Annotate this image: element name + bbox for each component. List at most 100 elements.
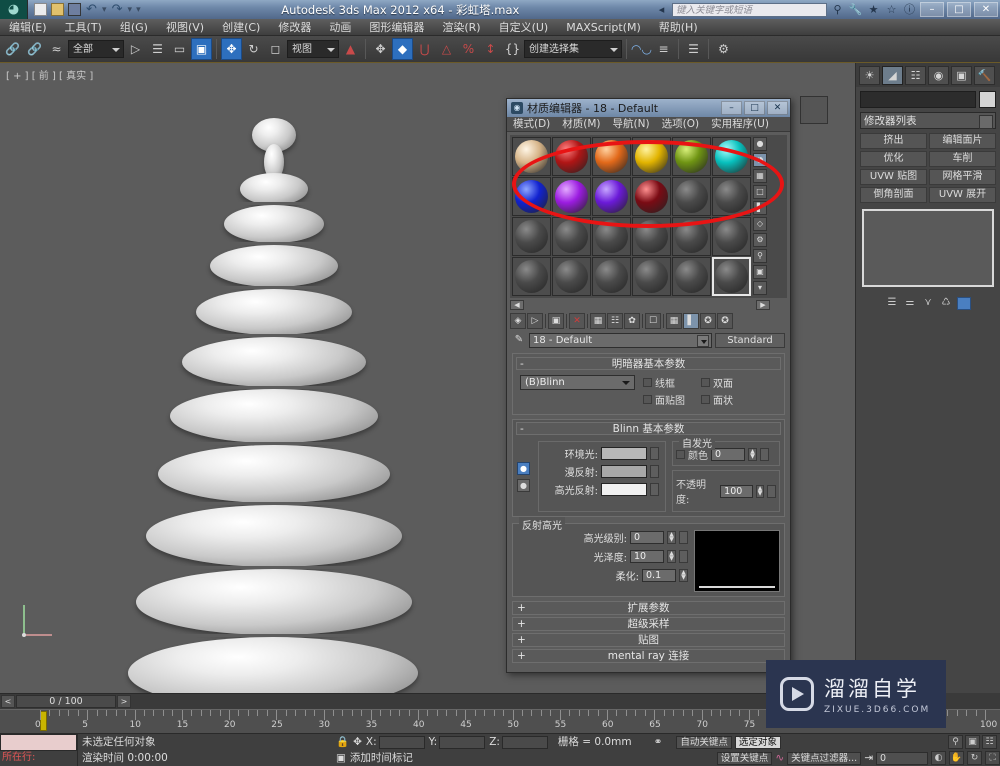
lock-selection-icon[interactable]: 🔒 (336, 734, 349, 750)
make-unique-icon[interactable]: ⋎ (921, 297, 935, 310)
next-frame-button[interactable]: > (117, 695, 131, 708)
add-time-tag-icon[interactable]: ▣ (336, 750, 346, 766)
opacity-spinner[interactable]: ▲ ▼ (755, 484, 765, 498)
material-slot-14[interactable] (552, 217, 591, 256)
selection-level-dropdown[interactable]: 选定对象 (734, 735, 781, 749)
selection-filter-dropdown[interactable]: 全部 (68, 40, 124, 58)
pan-icon[interactable]: ✋ (949, 751, 964, 765)
material-slot-18[interactable] (712, 217, 751, 256)
unlink-icon[interactable]: 🔗 (24, 38, 45, 60)
viewport-float-widget[interactable] (800, 96, 828, 124)
maximize-viewport-icon[interactable]: ⛶ (985, 751, 1000, 765)
save-icon[interactable] (68, 3, 81, 16)
select-link-icon[interactable]: 🔗 (2, 38, 23, 60)
rollout-expand-icon[interactable]: + (517, 634, 526, 647)
me-menu-options[interactable]: 选项(O) (656, 117, 705, 132)
reset-map-icon[interactable]: ✕ (569, 313, 585, 329)
material-slot-15[interactable] (592, 217, 631, 256)
get-material-icon[interactable]: ◈ (510, 313, 526, 329)
pivot-center-icon[interactable]: ▲ (340, 38, 361, 60)
transform-type-in-icon[interactable]: ✥ (353, 734, 362, 750)
orbit-icon[interactable]: ↻ (967, 751, 982, 765)
rollout-extended-parameters[interactable]: + 扩展参数 (512, 601, 785, 615)
me-minimize-button[interactable]: – (721, 101, 742, 115)
material-slot-10[interactable] (632, 177, 671, 216)
make-material-copy-icon[interactable]: ▦ (590, 313, 606, 329)
material-slot-19[interactable] (512, 257, 551, 296)
menu-item-edit[interactable]: 编辑(E) (0, 19, 56, 36)
help-icon[interactable]: ⓘ (902, 3, 917, 17)
material-effects-id-icon[interactable]: ☐ (645, 313, 661, 329)
key-filters-button[interactable]: 关键点过滤器... (787, 751, 862, 765)
configure-sets-icon[interactable] (957, 297, 971, 310)
glossiness-value[interactable]: 10 (630, 550, 664, 563)
menu-item-rendering[interactable]: 渲染(R) (433, 19, 489, 36)
me-menu-utilities[interactable]: 实用程序(U) (705, 117, 775, 132)
chevron-down-icon[interactable] (697, 335, 709, 347)
soften-spinner[interactable]: ▲ ▼ (679, 569, 688, 582)
qat-more-icon[interactable]: ▾ (136, 5, 141, 15)
select-rotate-icon[interactable]: ↻ (243, 38, 264, 60)
checkbox-2sided[interactable]: 双面 (701, 375, 733, 390)
rollout-expand-icon[interactable]: + (517, 618, 526, 631)
material-slot-scrollbar[interactable]: ◀ ▶ (510, 300, 770, 310)
material-slot-4[interactable] (632, 137, 671, 176)
shader-dropdown[interactable]: (B)Blinn (520, 375, 635, 390)
material-slot-22[interactable] (632, 257, 671, 296)
infocenter-arrow-icon[interactable]: ◂ (654, 3, 669, 17)
put-to-scene-icon[interactable]: ▷ (527, 313, 543, 329)
redo-dropdown-icon[interactable]: ▾ (128, 5, 133, 15)
current-frame-field[interactable]: 0 (876, 751, 928, 765)
layer-manager-icon[interactable]: ☰ (683, 38, 704, 60)
specular-level-map-button[interactable] (679, 531, 688, 544)
glossiness-spinner[interactable]: ▲ ▼ (667, 550, 676, 563)
undo-dropdown-icon[interactable]: ▾ (102, 5, 107, 15)
spinner-snap-icon[interactable]: ↕ (480, 38, 501, 60)
material-slot-8[interactable] (552, 177, 591, 216)
me-menu-navigation[interactable]: 导航(N) (607, 117, 656, 132)
zoom-extents-icon[interactable]: ☷ (982, 735, 997, 749)
bind-space-warp-icon[interactable]: ≈ (46, 38, 67, 60)
align-icon[interactable]: ◆ (392, 38, 413, 60)
eyedropper-icon[interactable]: ✎ (512, 334, 526, 348)
material-slot-20[interactable] (552, 257, 591, 296)
menu-item-maxscript[interactable]: MAXScript(M) (557, 19, 650, 36)
object-color-swatch[interactable] (979, 91, 996, 108)
ambient-map-button[interactable] (650, 447, 659, 460)
modifier-button-uvw-map[interactable]: UVW 贴图 (860, 169, 927, 185)
specular-color-swatch[interactable] (601, 483, 647, 496)
redo-icon[interactable]: ↷ (111, 3, 124, 16)
material-slot-2[interactable] (552, 137, 591, 176)
percent-snap-icon[interactable]: % (458, 38, 479, 60)
edit-named-selection-icon[interactable]: {} (502, 38, 523, 60)
modifier-button-meshsmooth[interactable]: 网格平滑 (929, 169, 996, 185)
open-icon[interactable] (51, 3, 64, 16)
menu-item-help[interactable]: 帮助(H) (650, 19, 707, 36)
modify-tab[interactable]: ◢ (882, 66, 903, 85)
binoculars-icon[interactable]: ⚲ (830, 3, 845, 17)
menu-item-customize[interactable]: 自定义(U) (490, 19, 558, 36)
window-crossing-icon[interactable]: ▣ (191, 38, 212, 60)
material-slot-11[interactable] (672, 177, 711, 216)
modifier-button-extrude[interactable]: 挤出 (860, 133, 927, 149)
curve-editor-icon[interactable]: ⚙ (713, 38, 734, 60)
material-slot-13[interactable] (512, 217, 551, 256)
self-illum-value[interactable]: 0 (711, 448, 745, 461)
menu-item-tools[interactable]: 工具(T) (56, 19, 111, 36)
material-slot-3[interactable] (592, 137, 631, 176)
ambient-color-swatch[interactable] (601, 447, 647, 460)
rollout-expand-icon[interactable]: + (517, 602, 526, 615)
minimize-button[interactable]: – (920, 2, 944, 17)
go-forward-sibling-icon[interactable]: ✪ (717, 313, 733, 329)
snap-toggle-icon[interactable]: ⋃ (414, 38, 435, 60)
frame-display[interactable]: 0 / 100 (16, 695, 116, 708)
search-input[interactable]: 键入关键字或短语 (672, 2, 827, 17)
display-tab[interactable]: ▣ (951, 66, 972, 85)
modifier-button-lathe[interactable]: 车削 (929, 151, 996, 167)
z-field[interactable] (501, 735, 548, 749)
blinn-rollout-header[interactable]: - Blinn 基本参数 (516, 422, 781, 435)
modifier-button-bevel-profile[interactable]: 倒角剖面 (860, 187, 927, 203)
undo-icon[interactable]: ↶ (85, 3, 98, 16)
select-move-icon[interactable]: ✥ (221, 38, 242, 60)
listener-input[interactable] (0, 734, 77, 751)
